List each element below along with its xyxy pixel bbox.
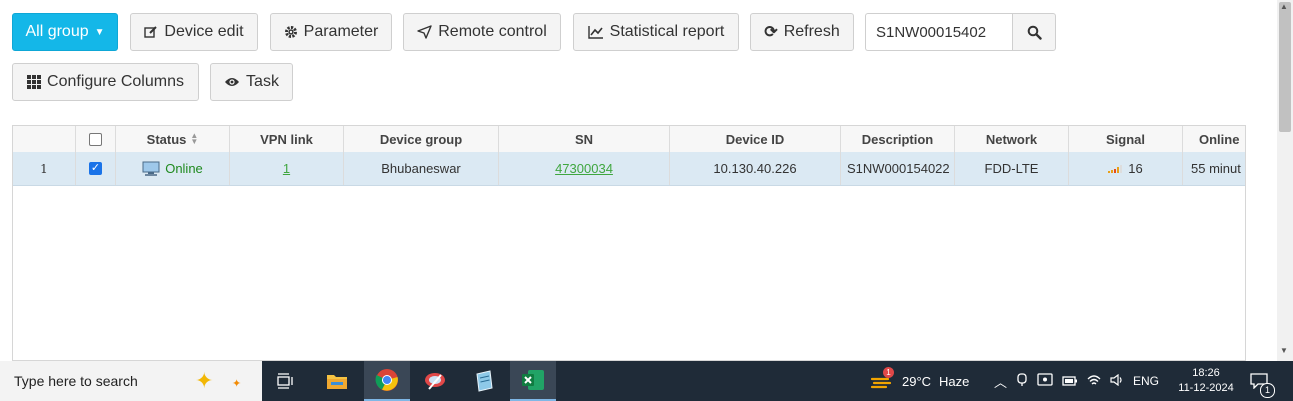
battery-icon[interactable] xyxy=(1062,374,1078,389)
search-button[interactable] xyxy=(1012,13,1056,51)
signal-cell: 16 xyxy=(1069,152,1183,185)
taskbar-search-box[interactable]: Type here to search ✦ ✦ xyxy=(0,361,262,401)
grid-icon xyxy=(27,75,42,89)
clock[interactable]: 18:26 11-12-2024 xyxy=(1174,361,1238,401)
table-row[interactable]: 1 ✓ Online 1 Bhubaneswar 47300034 10.130… xyxy=(13,152,1245,186)
task-button[interactable]: Task xyxy=(210,63,293,101)
screen-share-icon[interactable] xyxy=(1037,372,1053,390)
edit-icon xyxy=(144,25,158,39)
statistical-report-button[interactable]: Statistical report xyxy=(573,13,739,51)
notification-count: 1 xyxy=(1260,383,1275,398)
sparkle-icon: ✦ xyxy=(195,368,214,393)
scrollbar-thumb[interactable] xyxy=(1279,2,1291,132)
computer-icon xyxy=(142,161,160,177)
remote-control-button[interactable]: Remote control xyxy=(403,13,561,51)
search-input[interactable] xyxy=(865,13,1013,51)
column-header-online[interactable]: Online xyxy=(1183,126,1245,152)
column-header-vpn-link[interactable]: VPN link xyxy=(230,126,344,152)
row-number: 1 xyxy=(13,152,76,185)
language-indicator[interactable]: ENG xyxy=(1133,374,1159,388)
device-table: Status ▲ ▼ VPN link Device group SN Devic… xyxy=(12,125,1246,361)
vpn-link[interactable]: 1 xyxy=(283,161,290,176)
system-tray: ︿ ENG xyxy=(994,361,1159,401)
column-header-device-group[interactable]: Device group xyxy=(344,126,499,152)
column-header-network[interactable]: Network xyxy=(955,126,1069,152)
refresh-label: Refresh xyxy=(783,23,840,40)
weather-haze-icon: 1 xyxy=(870,367,894,391)
sort-icon: ▲ ▼ xyxy=(190,131,199,146)
windows-taskbar: Type here to search ✦ ✦ 1 29°C Haze ︿ EN… xyxy=(0,361,1293,401)
wifi-icon[interactable] xyxy=(1087,374,1101,389)
row-number-header xyxy=(13,126,76,152)
scroll-up-arrow-icon[interactable]: ▲ xyxy=(1280,2,1288,11)
meet-now-icon[interactable] xyxy=(1016,372,1028,390)
weather-badge: 1 xyxy=(883,367,894,378)
notepad-icon[interactable] xyxy=(461,361,507,401)
description-cell: S1NW000154022 xyxy=(841,152,955,185)
online-duration-cell: 55 minut xyxy=(1191,161,1241,176)
file-explorer-icon[interactable] xyxy=(314,361,360,401)
weather-temp: 29°C xyxy=(902,373,932,389)
notification-center-icon[interactable]: 1 xyxy=(1250,361,1275,401)
volume-icon[interactable] xyxy=(1110,373,1124,389)
vpn-link-cell: 1 xyxy=(230,152,344,185)
sn-cell: 47300034 xyxy=(499,152,670,185)
scroll-down-arrow-icon[interactable]: ▼ xyxy=(1280,346,1288,355)
select-all-checkbox[interactable] xyxy=(89,132,102,146)
statistical-report-label: Statistical report xyxy=(609,23,725,40)
clock-time: 18:26 xyxy=(1192,367,1220,379)
all-group-dropdown[interactable]: All group ▼ xyxy=(12,13,118,51)
column-header-sn[interactable]: SN xyxy=(499,126,670,152)
clock-date: 11-12-2024 xyxy=(1178,382,1234,394)
device-id-cell: 10.130.40.226 xyxy=(670,152,841,185)
search-icon xyxy=(1027,25,1042,40)
column-header-status[interactable]: Status ▲ ▼ xyxy=(116,126,230,152)
weather-widget[interactable]: 1 29°C Haze xyxy=(870,361,969,401)
taskbar-search-placeholder: Type here to search xyxy=(14,373,138,389)
chevron-up-icon[interactable]: ︿ xyxy=(994,372,1007,391)
network-cell: FDD-LTE xyxy=(955,152,1069,185)
parameter-button[interactable]: Parameter xyxy=(270,13,392,51)
device-edit-label: Device edit xyxy=(164,23,244,40)
gear-icon xyxy=(284,25,298,39)
snipping-tool-icon[interactable] xyxy=(412,361,458,401)
configure-columns-label: Configure Columns xyxy=(47,73,184,90)
row-checkbox[interactable]: ✓ xyxy=(89,162,102,175)
refresh-icon: ⟳ xyxy=(764,24,778,41)
select-all-cell xyxy=(76,126,116,152)
task-view-icon[interactable] xyxy=(263,361,309,401)
configure-columns-button[interactable]: Configure Columns xyxy=(12,63,199,101)
signal-value: 16 xyxy=(1128,161,1143,176)
all-group-label: All group xyxy=(25,23,89,40)
device-group-cell: Bhubaneswar xyxy=(344,152,499,185)
row-checkbox-cell: ✓ xyxy=(76,152,116,185)
remote-control-label: Remote control xyxy=(438,23,547,40)
column-header-device-id[interactable]: Device ID xyxy=(670,126,841,152)
status-cell: Online xyxy=(116,152,230,185)
sn-link[interactable]: 47300034 xyxy=(555,161,613,176)
caret-down-icon: ▼ xyxy=(94,26,105,38)
table-header: Status ▲ ▼ VPN link Device group SN Devic… xyxy=(13,126,1245,153)
signal-bars-icon xyxy=(1108,164,1123,173)
column-header-status-label: Status xyxy=(146,131,187,147)
column-header-signal[interactable]: Signal xyxy=(1069,126,1183,152)
send-icon xyxy=(417,25,432,39)
excel-icon[interactable] xyxy=(510,361,556,401)
refresh-button[interactable]: ⟳ Refresh xyxy=(750,13,854,51)
line-chart-icon xyxy=(587,25,604,39)
task-label: Task xyxy=(246,73,279,90)
parameter-label: Parameter xyxy=(303,23,379,40)
device-edit-button[interactable]: Device edit xyxy=(130,13,258,51)
sparkle-small-icon: ✦ xyxy=(232,378,242,390)
column-header-description[interactable]: Description xyxy=(841,126,955,152)
status-online-label: Online xyxy=(165,161,203,176)
weather-text: Haze xyxy=(939,373,970,389)
chrome-icon[interactable] xyxy=(364,361,410,401)
eye-icon xyxy=(224,76,240,88)
